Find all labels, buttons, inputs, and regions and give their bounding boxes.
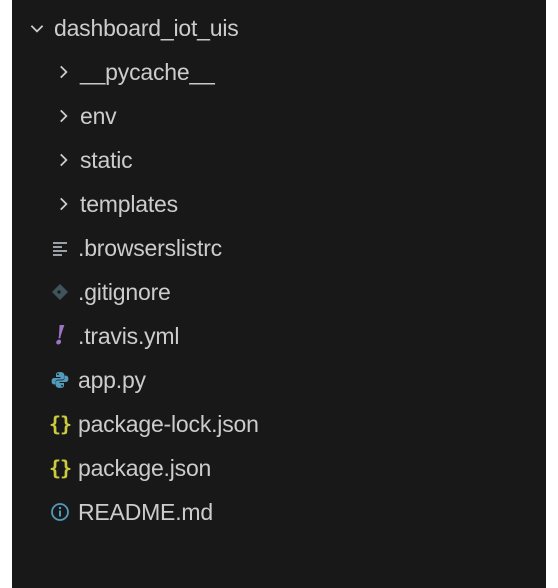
folder-label: __pycache__ [80,58,215,85]
chevron-down-icon[interactable] [26,17,48,39]
tree-root-folder[interactable]: dashboard_iot_uis [12,6,546,50]
tree-file-gitignore[interactable]: .gitignore [12,270,546,314]
tree-file-app-py[interactable]: app.py [12,358,546,402]
git-diamond-icon [48,280,72,304]
info-circle-icon [48,500,72,524]
chevron-right-icon[interactable] [52,105,74,127]
tree-file-readme-md[interactable]: README.md [12,490,546,534]
tree-file-package-lock-json[interactable]: {} package-lock.json [12,402,546,446]
exclamation-icon: ! [54,321,66,351]
file-label: package.json [78,454,212,481]
file-label: .browserslistrc [78,234,222,261]
tree-file-travis-yml[interactable]: ! .travis.yml [12,314,546,358]
file-label: package-lock.json [78,410,259,437]
folder-label: templates [80,190,178,217]
file-label: .travis.yml [78,322,180,349]
file-label: README.md [78,498,213,525]
tree-folder-pycache[interactable]: __pycache__ [12,50,546,94]
tree-folder-templates[interactable]: templates [12,182,546,226]
tree-file-browserslistrc[interactable]: .browserslistrc [12,226,546,270]
text-lines-icon [48,236,72,260]
folder-label: env [80,102,117,129]
chevron-right-icon[interactable] [52,61,74,83]
file-label: app.py [78,366,146,393]
json-braces-icon: {} [48,456,72,480]
chevron-right-icon[interactable] [52,193,74,215]
file-explorer: dashboard_iot_uis __pycache__ env static… [12,0,546,588]
json-braces-icon: {} [48,412,72,436]
file-label: .gitignore [78,278,171,305]
chevron-right-icon[interactable] [52,149,74,171]
folder-label: static [80,146,133,173]
root-folder-label: dashboard_iot_uis [54,14,239,41]
tree-file-package-json[interactable]: {} package.json [12,446,546,490]
tree-folder-env[interactable]: env [12,94,546,138]
tree-folder-static[interactable]: static [12,138,546,182]
python-icon [48,368,72,392]
